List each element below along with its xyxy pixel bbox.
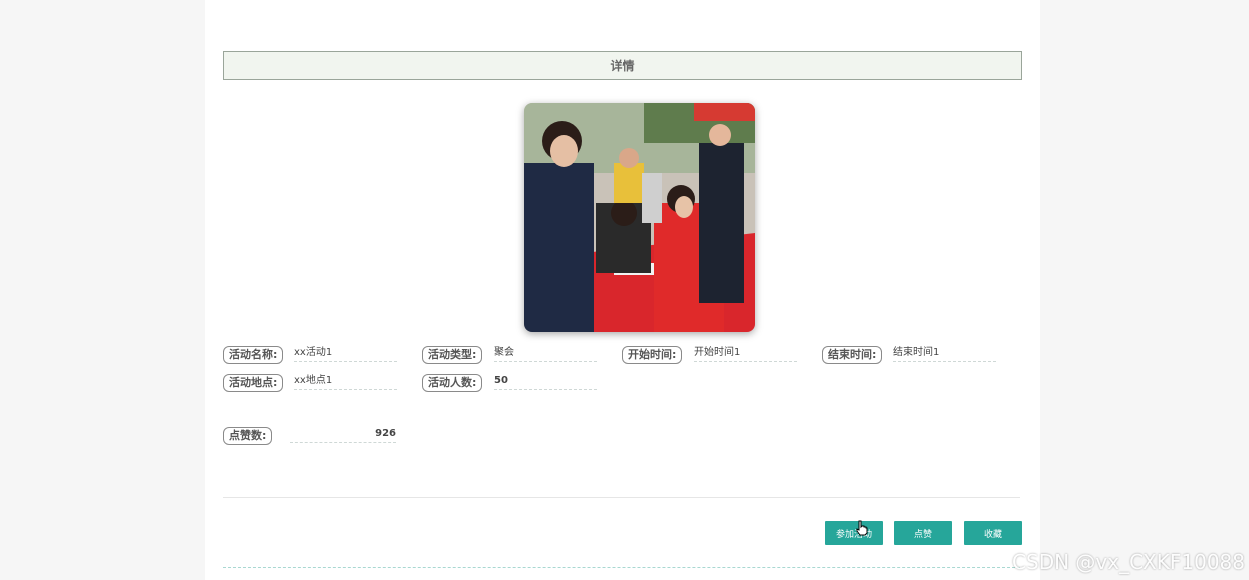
field-value: xx地点1 — [294, 374, 397, 390]
detail-title: 详情 — [610, 59, 635, 73]
field-label: 开始时间: — [622, 346, 683, 364]
divider — [223, 497, 1020, 498]
like-button[interactable]: 点赞 — [894, 521, 952, 545]
field-label: 活动名称: — [223, 346, 284, 364]
field-activity-location: 活动地点: xx地点1 — [223, 374, 403, 394]
field-start-time: 开始时间: 开始时间1 — [622, 346, 802, 366]
field-activity-type: 活动类型: 聚会 — [422, 346, 602, 366]
field-activity-headcount: 活动人数: 50 — [422, 374, 602, 394]
hand-cursor-icon — [856, 520, 868, 536]
detail-header: 详情 — [223, 51, 1022, 80]
field-value: 聚会 — [494, 346, 597, 362]
field-end-time: 结束时间: 结束时间1 — [822, 346, 1002, 366]
field-value: xx活动1 — [294, 346, 397, 362]
field-value: 开始时间1 — [694, 346, 797, 362]
bottom-dashed-line — [223, 567, 1020, 568]
like-count-value: 926 — [290, 427, 396, 443]
field-like-count: 点赞数: 926 — [223, 427, 403, 447]
field-label: 点赞数: — [223, 427, 273, 445]
activity-photo — [524, 103, 755, 332]
field-label: 结束时间: — [822, 346, 883, 364]
field-value: 50 — [494, 374, 597, 390]
detail-page: 详情 活动名称: xx活动1 活动类型: 聚会 开始时间: 开始时间1 结束时间… — [205, 0, 1040, 580]
field-label: 活动类型: — [422, 346, 483, 364]
field-value: 结束时间1 — [893, 346, 996, 362]
watermark-text: CSDN @vx_CXKF10088 — [1012, 550, 1245, 574]
field-label: 活动人数: — [422, 374, 483, 392]
activity-photo-image — [524, 103, 755, 332]
field-activity-name: 活动名称: xx活动1 — [223, 346, 403, 366]
join-activity-button[interactable]: 参加活动 — [825, 521, 883, 545]
favorite-button[interactable]: 收藏 — [964, 521, 1022, 545]
field-label: 活动地点: — [223, 374, 284, 392]
